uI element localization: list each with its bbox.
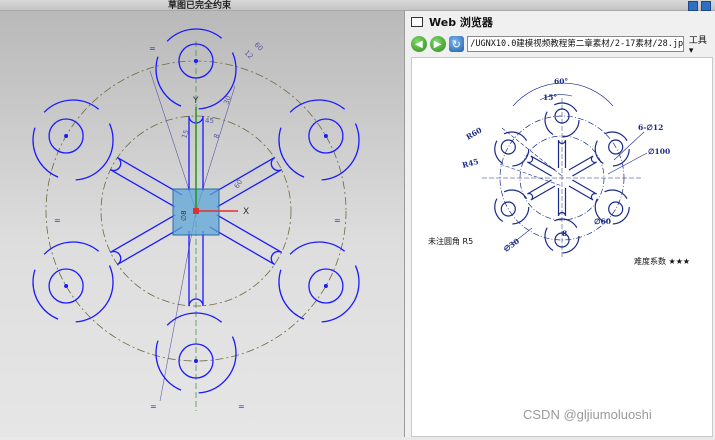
sketch-lobe-3[interactable] bbox=[278, 241, 360, 323]
drawing-lobe-5 bbox=[494, 189, 530, 225]
part-drawing: 60° 15° R60 R45 6-∅12 ∅100 ∅60 ∅30 8 未注圆… bbox=[428, 77, 690, 266]
sketch-hole-center-3[interactable] bbox=[323, 284, 328, 288]
sketch-dim-12[interactable]: 12 bbox=[243, 49, 255, 61]
sketch-hole-center-6[interactable] bbox=[64, 134, 69, 138]
sketch-dim-45[interactable]: 45 bbox=[205, 117, 214, 125]
tools-arrow-icon: ▾ bbox=[688, 45, 694, 56]
eq-constraint-4[interactable]: = bbox=[150, 402, 157, 411]
drawing-spoke-5 bbox=[527, 179, 556, 201]
watermark: CSDN @gljiumoluoshi bbox=[523, 407, 652, 422]
eq-constraint-3[interactable]: = bbox=[334, 216, 341, 225]
drawing-lobe-6 bbox=[494, 131, 530, 167]
drawing-lobe-2 bbox=[594, 131, 630, 167]
csys-label: ∅8 bbox=[180, 210, 188, 221]
sketch-hole-center-2[interactable] bbox=[323, 134, 328, 138]
sketch-lobe-2[interactable] bbox=[278, 99, 360, 181]
sketch-hole-center-4[interactable] bbox=[194, 359, 198, 363]
sketch-lobe-5[interactable] bbox=[32, 241, 114, 323]
sketch-dim-30[interactable]: 30 bbox=[222, 95, 233, 106]
sketch-lobe-6[interactable] bbox=[32, 99, 114, 181]
difficulty-label: 难度系数 ★★★ bbox=[634, 256, 690, 266]
csys-origin[interactable] bbox=[193, 208, 199, 214]
axis-x-label: X bbox=[243, 207, 249, 217]
dim-r60: R60 bbox=[465, 126, 484, 142]
drawing-spoke-3 bbox=[568, 179, 597, 201]
dim-holes: 6-∅12 bbox=[638, 123, 663, 132]
dim-angle-60: 60° bbox=[554, 77, 568, 86]
eq-constraint-2[interactable]: = bbox=[54, 216, 61, 225]
dim-leader-holes bbox=[613, 131, 645, 161]
sketch-spoke-6[interactable] bbox=[109, 156, 183, 208]
drawing-spoke-6 bbox=[527, 155, 556, 177]
browser-title-bar: Web 浏览器 bbox=[411, 14, 493, 30]
back-arrow-icon[interactable]: ◀ bbox=[411, 36, 427, 52]
sketch-canvas[interactable]: X Y ∅8 12 60 30 8 60 15 45 = = = = = bbox=[0, 11, 404, 437]
browser-nav-bar: ◀ ▶ ↻ /UGNX10.0建模视频教程第二章素材/2-17素材/28.jpg… bbox=[411, 33, 711, 56]
eq-constraint-5[interactable]: = bbox=[238, 402, 245, 411]
url-field[interactable]: /UGNX10.0建模视频教程第二章素材/2-17素材/28.jpg bbox=[467, 36, 684, 52]
sketch-dim-60[interactable]: 60 bbox=[253, 41, 265, 53]
sketch-spoke-5[interactable] bbox=[109, 214, 183, 266]
tools-menu[interactable]: 工具▾ bbox=[689, 33, 711, 56]
window-controls bbox=[688, 1, 711, 11]
status-text: 草图已完全约束 bbox=[168, 1, 232, 11]
dim-angle-15: 15° bbox=[543, 93, 557, 102]
top-bar: 草图已完全约束 bbox=[0, 0, 715, 11]
dim-leader-r45 bbox=[499, 163, 563, 187]
dim-d60: ∅60 bbox=[594, 217, 611, 226]
refresh-icon[interactable]: ↻ bbox=[448, 36, 465, 52]
fillet-note: 未注圆角 R5 bbox=[428, 236, 473, 246]
sketch-spoke-3[interactable] bbox=[209, 214, 283, 266]
web-browser-panel: Web 浏览器 ◀ ▶ ↻ /UGNX10.0建模视频教程第二章素材/2-17素… bbox=[404, 11, 715, 437]
forward-arrow-icon[interactable]: ▶ bbox=[429, 36, 446, 52]
graphics-viewport[interactable]: X Y ∅8 12 60 30 8 60 15 45 = = = = = bbox=[0, 11, 404, 437]
axis-y-label: Y bbox=[192, 96, 199, 106]
browser-page[interactable]: 60° 15° R60 R45 6-∅12 ∅100 ∅60 ∅30 8 未注圆… bbox=[411, 57, 713, 437]
dim-d100: ∅100 bbox=[648, 147, 670, 156]
window-icon bbox=[411, 17, 423, 27]
browser-title: Web 浏览器 bbox=[429, 16, 493, 29]
dim-r45: R45 bbox=[461, 157, 479, 170]
drawing-hole-6 bbox=[500, 139, 516, 155]
construction-line-3[interactable] bbox=[159, 210, 197, 402]
sketch-hole-center-1[interactable] bbox=[194, 59, 198, 63]
sketch-spoke-2[interactable] bbox=[209, 156, 283, 208]
drawing-spoke-2 bbox=[568, 155, 597, 177]
tools-label: 工具 bbox=[688, 35, 707, 46]
window-icon-1[interactable] bbox=[688, 1, 698, 11]
window-icon-2[interactable] bbox=[701, 1, 711, 11]
dim-8: 8 bbox=[562, 229, 567, 238]
eq-constraint-1[interactable]: = bbox=[149, 44, 156, 53]
sketch-hole-center-5[interactable] bbox=[64, 284, 69, 288]
drawing-hole-3 bbox=[608, 201, 624, 217]
